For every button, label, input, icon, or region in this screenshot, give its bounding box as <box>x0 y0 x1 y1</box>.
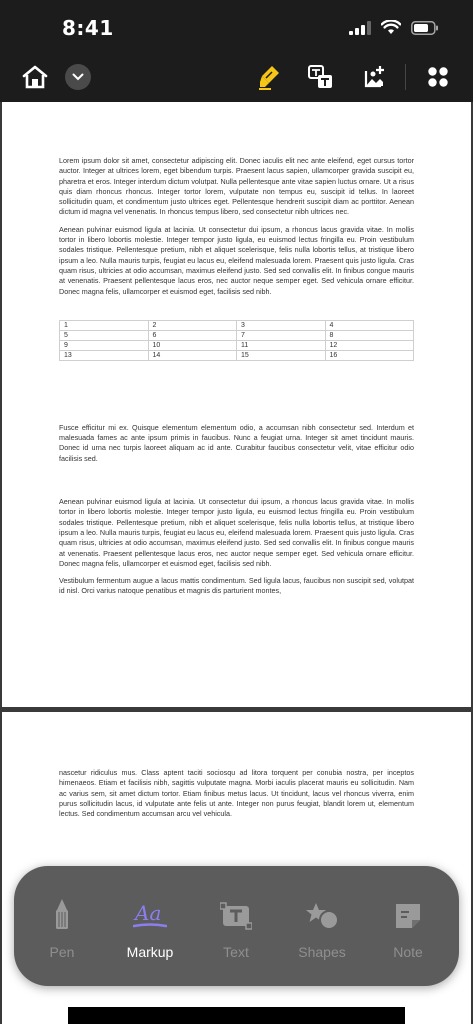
toolbar-separator <box>405 64 406 90</box>
text-box-icon <box>220 902 252 930</box>
document-menu-button[interactable] <box>63 62 93 92</box>
table-cell: 8 <box>324 329 414 341</box>
paragraph: Fusce efficitur mi ex. Quisque elementum… <box>59 422 414 463</box>
table-cell: 11 <box>236 339 326 351</box>
text-translate-icon <box>308 65 332 88</box>
status-icons <box>349 20 439 35</box>
translate-text-button[interactable] <box>306 62 336 92</box>
tool-pen[interactable]: Pen <box>22 896 102 966</box>
tool-label: Pen <box>49 944 75 960</box>
tool-note[interactable]: Note <box>368 896 448 966</box>
svg-text:Aa: Aa <box>133 902 161 925</box>
paragraph: Aenean pulvinar euismod ligula at lacini… <box>59 497 414 568</box>
tool-label: Note <box>393 944 423 960</box>
tool-text[interactable]: Text <box>196 896 276 966</box>
markup-icon: Aa <box>133 902 167 928</box>
note-icon <box>396 904 420 928</box>
table-cell: 2 <box>147 319 237 331</box>
home-indicator <box>68 1007 405 1024</box>
status-bar: 8:41 <box>0 0 473 56</box>
apps-grid-button[interactable] <box>423 62 453 92</box>
highlighter-icon <box>259 66 279 90</box>
highlighter-button[interactable] <box>255 62 285 92</box>
table-cell: 6 <box>147 329 237 341</box>
paragraph: Aenean pulvinar euismod ligula at lacini… <box>59 224 414 296</box>
data-table: 1 2 3 4 5 6 7 8 9 10 11 12 13 14 15 16 <box>59 319 414 361</box>
table-cell: 10 <box>147 339 237 351</box>
signal-icon <box>349 20 371 35</box>
tool-label: Text <box>223 944 249 960</box>
tool-markup[interactable]: Aa Markup <box>110 896 190 966</box>
chevron-down-icon <box>72 73 84 81</box>
image-edit-button[interactable] <box>360 62 390 92</box>
table-cell: 16 <box>324 349 414 361</box>
pen-icon <box>56 899 68 929</box>
markup-tools-panel: Pen Aa Markup Text Shapes Note <box>14 866 459 986</box>
tool-label: Shapes <box>298 944 346 960</box>
table-row: 5 6 7 8 <box>59 329 414 341</box>
paragraph: Lorem ipsum dolor sit amet, consectetur … <box>59 156 414 217</box>
table-cell: 4 <box>324 319 414 331</box>
document-page-1[interactable]: Lorem ipsum dolor sit amet, consectetur … <box>2 102 471 707</box>
tool-label: Markup <box>126 944 174 960</box>
grid-icon <box>428 67 448 87</box>
table-cell: 1 <box>59 319 149 331</box>
table-cell: 12 <box>324 339 414 351</box>
tool-shapes[interactable]: Shapes <box>282 896 362 966</box>
home-button[interactable] <box>20 62 50 92</box>
table-row: 9 10 11 12 <box>59 339 414 351</box>
image-edit-icon <box>364 66 384 88</box>
table-cell: 3 <box>236 319 326 331</box>
status-time: 8:41 <box>62 16 114 40</box>
home-icon <box>22 65 48 89</box>
table-cell: 9 <box>59 339 149 351</box>
paragraph: nascetur ridiculus mus. Class aptent tac… <box>59 768 414 819</box>
top-toolbar <box>0 56 473 102</box>
paragraph: Vestibulum fermentum augue a lacus matti… <box>59 576 414 596</box>
dropdown-circle <box>65 64 91 90</box>
table-cell: 13 <box>59 349 149 361</box>
battery-icon <box>411 20 438 35</box>
table-cell: 14 <box>147 349 237 361</box>
table-cell: 5 <box>59 329 149 341</box>
table-row: 13 14 15 16 <box>59 349 414 361</box>
table-cell: 15 <box>236 349 326 361</box>
shapes-icon <box>306 903 339 930</box>
table-cell: 7 <box>236 329 326 341</box>
wifi-icon <box>381 20 401 34</box>
table-row: 1 2 3 4 <box>59 319 414 331</box>
